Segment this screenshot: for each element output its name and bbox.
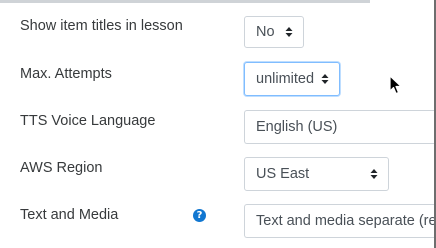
text-and-media-value: Text and media separate (rec — [256, 213, 434, 229]
up-down-caret-icon — [285, 27, 293, 37]
text-and-media-select[interactable]: Text and media separate (rec — [244, 204, 434, 238]
divider-line — [0, 0, 370, 3]
aws-region-value: US East — [256, 166, 310, 182]
show-item-titles-label: Show item titles in lesson — [20, 18, 183, 34]
up-down-caret-icon — [321, 74, 329, 84]
aws-region-select[interactable]: US East — [244, 157, 389, 191]
up-down-caret-icon — [370, 169, 378, 179]
max-attempts-select[interactable]: unlimited — [244, 62, 340, 96]
question-circle-icon[interactable]: ? — [193, 209, 206, 222]
tts-voice-language-value: English (US) — [256, 119, 338, 135]
show-item-titles-select[interactable]: No — [244, 16, 304, 48]
mouse-cursor-icon — [389, 75, 402, 95]
text-and-media-label: Text and Media — [20, 207, 119, 223]
tts-voice-language-label: TTS Voice Language — [20, 113, 156, 129]
tts-voice-language-select[interactable]: English (US) — [244, 110, 434, 144]
max-attempts-label: Max. Attempts — [20, 66, 112, 82]
show-item-titles-value: No — [256, 24, 275, 40]
max-attempts-value: unlimited — [256, 71, 315, 87]
aws-region-label: AWS Region — [20, 160, 103, 176]
